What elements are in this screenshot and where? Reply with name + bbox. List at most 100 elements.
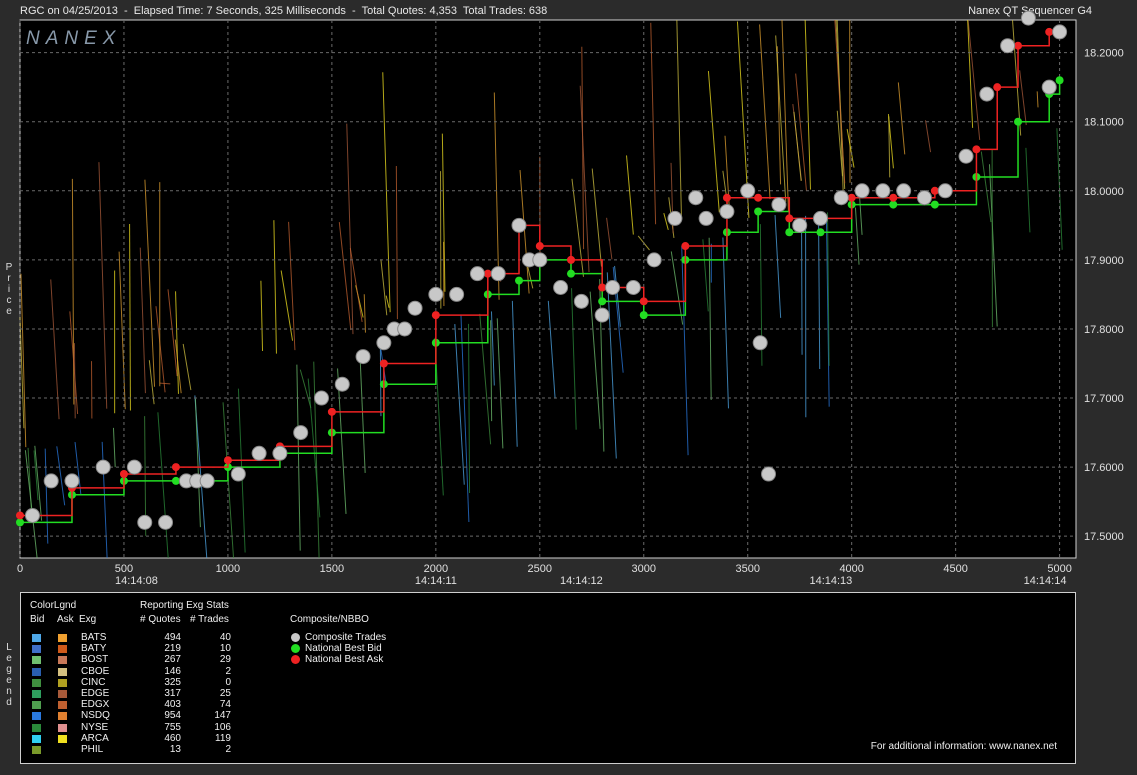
best-bid-point [16, 518, 24, 527]
trade-point [511, 217, 527, 233]
ask-color-swatch [58, 678, 67, 687]
exchange-name: CINC [81, 676, 106, 688]
y-tick-label: 17.7000 [1084, 393, 1124, 405]
best-ask-point [993, 83, 1002, 92]
trade-point [334, 376, 350, 392]
trade-point [667, 210, 683, 226]
best-bid-point [785, 228, 794, 237]
composite-label: National Best Bid [305, 643, 382, 655]
best-bid-point [171, 476, 180, 485]
composite-marker-icon [291, 644, 300, 654]
ask-color-swatch [58, 634, 67, 642]
trade-point [313, 390, 329, 406]
exchange-trades: 74 [219, 699, 231, 711]
best-ask-point [889, 193, 898, 202]
exchange-trades: 119 [215, 732, 231, 744]
composite-marker-icon [291, 655, 300, 665]
x-tick-label: 3500 [735, 563, 759, 575]
bid-color-swatch [32, 690, 41, 698]
trade-point [1041, 79, 1057, 95]
best-bid-point [816, 228, 825, 237]
best-bid-point [1055, 76, 1064, 85]
trade-point [625, 280, 641, 295]
best-ask-point [1014, 41, 1023, 50]
best-ask-point [119, 470, 128, 479]
best-bid-point [1014, 117, 1023, 126]
trade-point [937, 183, 953, 199]
composite-label: National Best Ask [305, 654, 384, 666]
bid-color-swatch [32, 656, 41, 665]
exchange-quotes: 494 [164, 632, 181, 643]
best-ask-point [223, 456, 232, 465]
x-tick-label: 0 [17, 563, 23, 575]
legend-stats-header: Reporting Exg Stats [140, 600, 229, 611]
exchange-name: ARCA [81, 732, 109, 744]
trade-point [137, 514, 153, 530]
x-tick-label: 1500 [320, 563, 344, 575]
time-label: 14:14:08 [115, 575, 158, 587]
best-ask-point [785, 214, 794, 223]
trade-point [355, 349, 371, 365]
bid-color-swatch [32, 712, 41, 721]
trade-point [771, 197, 787, 213]
ask-color-swatch [58, 701, 67, 710]
trade-point [1052, 24, 1068, 40]
best-bid-point [889, 200, 898, 209]
trade-point [792, 217, 808, 233]
trade-point [896, 183, 912, 199]
y-tick-label: 18.1000 [1084, 117, 1124, 129]
exchange-trades: 2 [225, 665, 231, 677]
trade-point [752, 335, 768, 351]
legend-side-label: Legend [6, 642, 12, 708]
trade-point [646, 252, 662, 268]
y-tick-label: 18.0000 [1084, 186, 1124, 198]
exchange-quotes: 755 [164, 721, 181, 733]
trade-point [875, 183, 891, 199]
best-ask-point [327, 407, 336, 416]
trade-point [126, 459, 142, 475]
time-label: 14:14:13 [809, 575, 852, 587]
y-tick-label: 17.9000 [1084, 255, 1124, 267]
exchange-quotes: 267 [164, 654, 181, 666]
composite-marker-icon [291, 633, 300, 642]
bid-color-swatch [32, 645, 41, 654]
ask-color-swatch [58, 656, 67, 665]
best-bid-point [566, 269, 575, 278]
y-tick-label: 18.2000 [1084, 48, 1124, 60]
x-tick-label: 2500 [528, 563, 552, 575]
exchange-name: BOST [81, 654, 109, 666]
y-tick-label: 17.8000 [1084, 324, 1124, 336]
best-ask-point [16, 511, 24, 520]
exchange-trades: 29 [219, 654, 231, 666]
legend-exg-header: Exg [79, 614, 97, 625]
ask-color-swatch [58, 734, 67, 743]
best-ask-point [598, 283, 607, 292]
trade-point [698, 210, 714, 226]
exchange-name: BATS [81, 632, 107, 643]
trade-point [740, 183, 756, 199]
trade-point [833, 190, 849, 206]
trade-point [761, 466, 777, 482]
quote-line [379, 342, 382, 417]
legend-colorlgnd-header: ColorLgnd [30, 600, 77, 611]
best-bid-point [930, 200, 939, 209]
trade-point [605, 280, 621, 295]
bid-color-swatch [32, 723, 41, 732]
best-bid-point [515, 276, 524, 285]
exchange-name: EDGE [81, 688, 110, 699]
trade-point [230, 466, 246, 482]
best-ask-point [171, 463, 180, 472]
time-label: 14:14:12 [560, 575, 603, 587]
x-tick-label: 3000 [632, 563, 656, 575]
exchange-trades: 147 [214, 710, 231, 722]
trade-point [158, 514, 174, 530]
bid-color-swatch [32, 634, 41, 642]
trade-point [64, 473, 80, 489]
bid-color-swatch [32, 667, 41, 676]
trade-point [43, 473, 59, 489]
best-bid-point [754, 207, 763, 216]
best-ask-point [639, 297, 648, 306]
exchange-quotes: 146 [164, 665, 181, 677]
exchange-trades: 2 [225, 744, 231, 755]
legend-ask-header: Ask [57, 614, 74, 625]
